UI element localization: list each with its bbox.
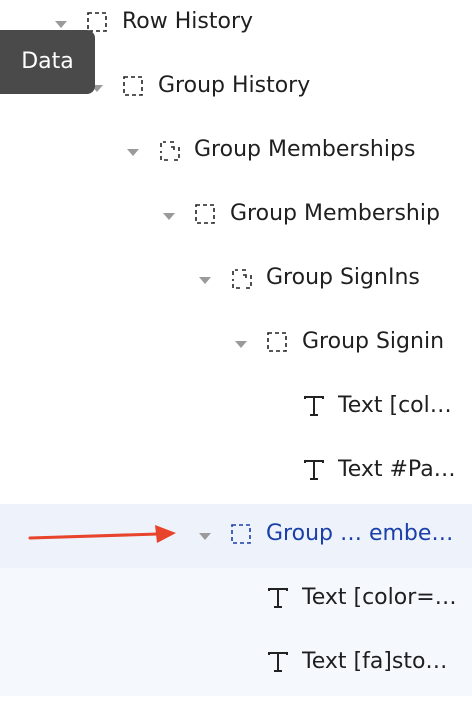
tree-item-text[interactable]: Text [col…: [0, 376, 472, 440]
tree-item-group-membership[interactable]: Group Membership: [0, 184, 472, 248]
tree-item-label: Text #Pa…: [338, 457, 456, 482]
dashed-group-icon: [159, 140, 180, 161]
caret-down-icon[interactable]: [127, 149, 139, 156]
caret-down-icon[interactable]: [235, 341, 247, 348]
tree-item-label: Group SignIns: [266, 265, 420, 290]
tree-item-group-signin[interactable]: Group Signin: [0, 312, 472, 376]
caret-down-icon[interactable]: [55, 21, 67, 28]
caret-down-icon[interactable]: [199, 277, 211, 284]
tree-item-label: Row History: [122, 9, 254, 34]
data-tooltip: Data: [0, 30, 95, 94]
tree-item-label: Group Membership: [230, 201, 440, 226]
tree-item-label: Text [col…: [338, 393, 452, 418]
dashed-square-icon: [195, 204, 215, 224]
dashed-square-icon: [87, 12, 107, 32]
tree-item-label: Group … embe…: [266, 521, 454, 546]
annotation-arrow-icon: [28, 525, 176, 543]
text-icon: [302, 458, 326, 482]
tree-item-label: Group Memberships: [194, 137, 416, 162]
dashed-square-icon: [123, 76, 143, 96]
tree-item-label: Group Signin: [302, 329, 445, 354]
layer-tree: Row History Group History Group Membersh…: [0, 0, 472, 708]
tree-item-group-memberships[interactable]: Group Memberships: [0, 120, 472, 184]
tree-item-group-signins[interactable]: Group SignIns: [0, 248, 472, 312]
tree-item-text[interactable]: Text [color=…: [0, 568, 472, 632]
tree-item-label: Text [color=…: [302, 585, 457, 610]
caret-down-icon[interactable]: [199, 533, 211, 540]
dashed-square-icon: [231, 524, 251, 544]
dashed-group-icon: [231, 268, 252, 289]
dashed-square-icon: [267, 332, 287, 352]
tree-item-label: Group History: [158, 73, 311, 98]
text-icon: [266, 586, 290, 610]
tree-item-text[interactable]: Text #Pa…: [0, 440, 472, 504]
tree-item-label: Text [fa]sto…: [302, 649, 448, 674]
caret-down-icon[interactable]: [163, 213, 175, 220]
tree-item-text[interactable]: Text [fa]sto…: [0, 632, 472, 696]
text-icon: [302, 394, 326, 418]
text-icon: [266, 650, 290, 674]
